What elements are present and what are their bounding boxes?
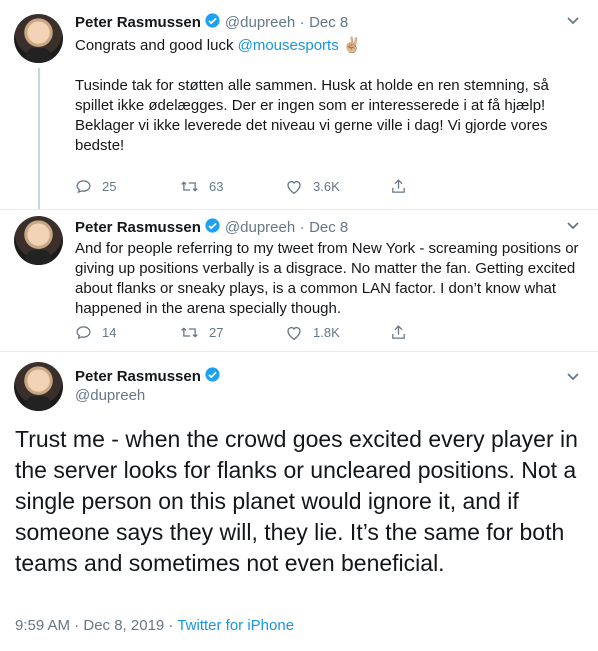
chevron-down-icon[interactable] bbox=[566, 219, 580, 234]
verified-icon bbox=[204, 217, 221, 239]
tweet-actions: 25 63 3.6K bbox=[75, 178, 495, 195]
chevron-down-icon[interactable] bbox=[566, 14, 580, 29]
retweet-button[interactable]: 27 bbox=[180, 324, 285, 341]
like-count: 1.8K bbox=[313, 325, 340, 340]
tweet-text-start: Congrats and good luck bbox=[75, 37, 238, 54]
retweet-icon bbox=[181, 181, 198, 192]
separator: · bbox=[299, 14, 305, 31]
avatar[interactable] bbox=[14, 216, 63, 265]
tweet-2[interactable]: Peter Rasmussen @dupreeh · Dec 8 And for … bbox=[0, 210, 598, 350]
tweet-header: Peter Rasmussen @dupreeh · Dec 8 bbox=[75, 217, 348, 239]
like-icon bbox=[287, 326, 301, 341]
author-handle[interactable]: @dupreeh bbox=[225, 219, 295, 236]
author-name[interactable]: Peter Rasmussen bbox=[75, 368, 201, 385]
tweet-timestamp[interactable]: 9:59 AM · Dec 8, 2019 · bbox=[15, 617, 173, 634]
reply-icon bbox=[76, 326, 91, 340]
tweet-1[interactable]: Peter Rasmussen @dupreeh · Dec 8 Congrats… bbox=[0, 0, 598, 210]
chevron-down-icon[interactable] bbox=[566, 370, 580, 385]
like-button[interactable]: 1.8K bbox=[285, 324, 390, 341]
tweet-source-link[interactable]: Twitter for iPhone bbox=[177, 617, 294, 634]
verified-icon bbox=[204, 366, 221, 388]
like-icon bbox=[287, 180, 301, 195]
verified-icon bbox=[204, 12, 221, 34]
author-name[interactable]: Peter Rasmussen bbox=[75, 219, 201, 236]
mention-link[interactable]: @mousesports bbox=[238, 37, 339, 54]
retweet-icon bbox=[181, 327, 198, 338]
tweet-text: Congrats and good luck @mousesports ✌🏼 bbox=[75, 36, 580, 56]
emoji: ✌🏼 bbox=[342, 37, 362, 54]
author-handle[interactable]: @dupreeh bbox=[225, 14, 295, 31]
reply-button[interactable]: 25 bbox=[75, 178, 180, 195]
tweet-body: And for people referring to my tweet fro… bbox=[75, 240, 583, 317]
share-icon bbox=[392, 179, 405, 193]
reply-button[interactable]: 14 bbox=[75, 324, 180, 341]
author-name[interactable]: Peter Rasmussen bbox=[75, 14, 201, 31]
share-button[interactable] bbox=[390, 324, 495, 341]
share-button[interactable] bbox=[390, 178, 495, 195]
reply-count: 14 bbox=[102, 325, 117, 340]
avatar[interactable] bbox=[14, 362, 63, 411]
avatar[interactable] bbox=[14, 14, 63, 63]
tweet-body: Tusinde tak for støtten alle sammen. Hus… bbox=[75, 77, 549, 154]
separator: · bbox=[299, 219, 305, 236]
like-count: 3.6K bbox=[313, 179, 340, 194]
reply-icon bbox=[76, 180, 91, 194]
retweet-count: 63 bbox=[209, 179, 224, 194]
main-tweet-body: Trust me - when the crowd goes excited e… bbox=[15, 426, 578, 576]
retweet-count: 27 bbox=[209, 325, 224, 340]
author-handle[interactable]: @dupreeh bbox=[75, 387, 145, 404]
retweet-button[interactable]: 63 bbox=[180, 178, 285, 195]
tweet-header: Peter Rasmussen bbox=[75, 366, 225, 388]
like-button[interactable]: 3.6K bbox=[285, 178, 390, 195]
thread-line bbox=[38, 68, 40, 210]
tweet-date[interactable]: Dec 8 bbox=[309, 219, 348, 236]
tweet-meta: 9:59 AM · Dec 8, 2019 · Twitter for iPho… bbox=[15, 617, 294, 634]
tweet-header: Peter Rasmussen @dupreeh · Dec 8 bbox=[75, 12, 348, 34]
tweet-date[interactable]: Dec 8 bbox=[309, 14, 348, 31]
reply-count: 25 bbox=[102, 179, 117, 194]
tweet-actions: 14 27 1.8K bbox=[75, 324, 495, 341]
share-icon bbox=[392, 325, 405, 339]
